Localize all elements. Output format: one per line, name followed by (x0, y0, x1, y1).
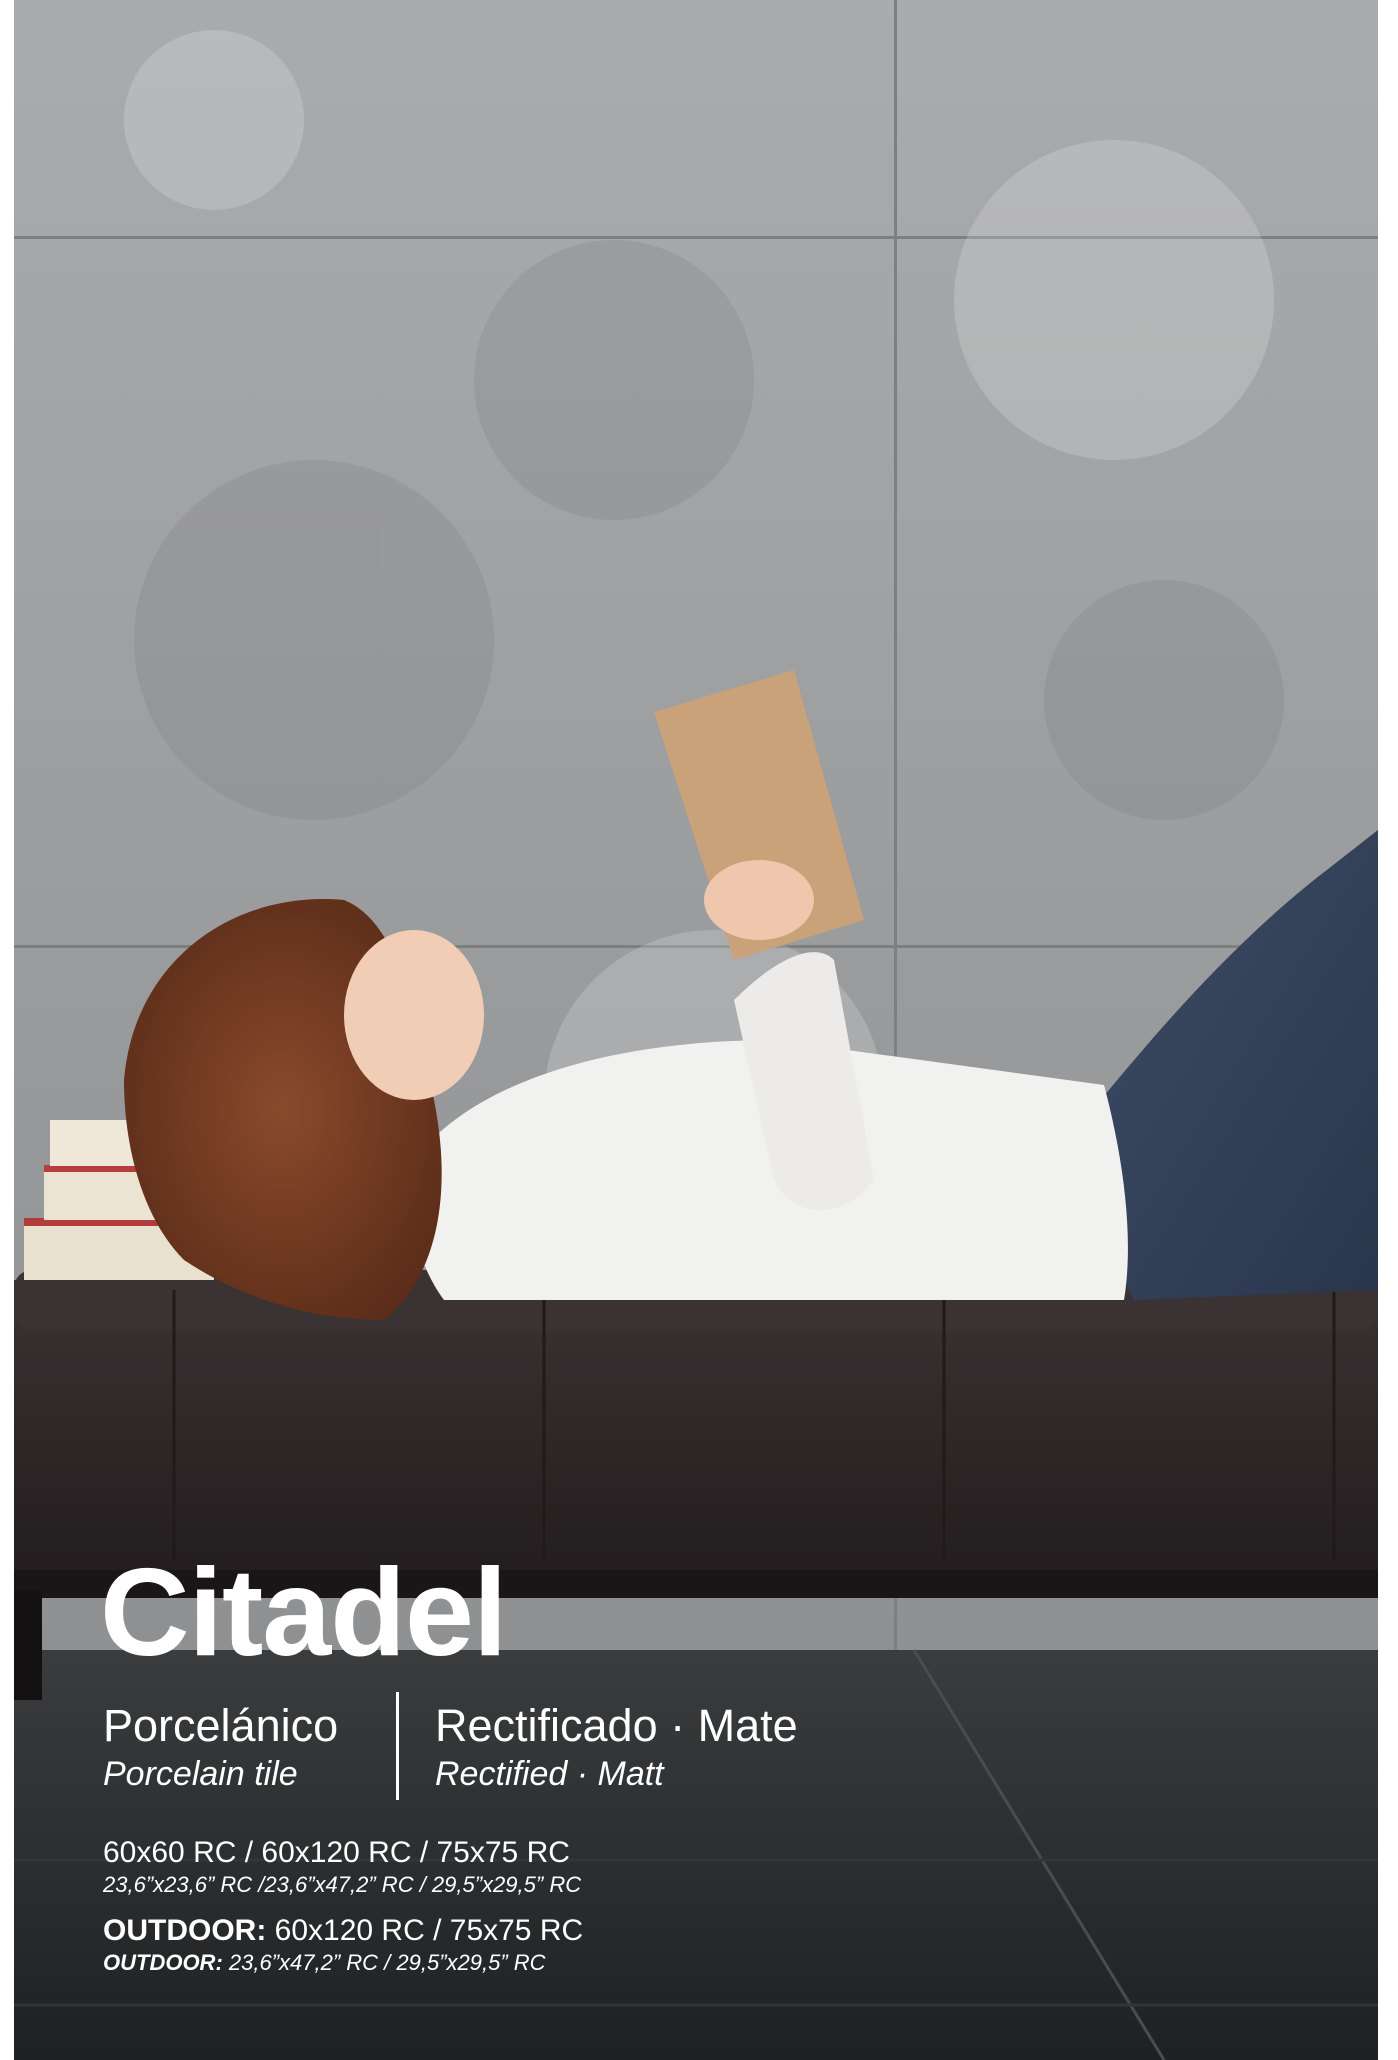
formats-metric: 60x60 RC / 60x120 RC / 75x75 RC (103, 1836, 570, 1869)
outdoor-metric-values: 60x120 RC / 75x75 RC (266, 1914, 584, 1947)
outdoor-formats-imperial: OUTDOOR: 23,6”x47,2” RC / 29,5”x29,5” RC (103, 1949, 583, 1977)
product-title: Citadel (100, 1544, 507, 1682)
outdoor-imperial-values: 23,6”x47,2” RC / 29,5”x29,5” RC (222, 1950, 546, 1975)
outdoor-formats-metric: OUTDOOR: 60x120 RC / 75x75 RC (103, 1913, 583, 1949)
outdoor-label: OUTDOOR: (103, 1914, 267, 1947)
product-info: Citadel Porcelánico Porcelain tile Recti… (0, 0, 1398, 2060)
finish-en: Rectified · Matt (435, 1755, 664, 1793)
material-es: Porcelánico (103, 1700, 339, 1751)
formats-imperial: 23,6”x23,6” RC /23,6”x47,2” RC / 29,5”x2… (103, 1872, 582, 1897)
finish-es: Rectificado · Mate (435, 1700, 798, 1751)
formats-block: 60x60 RC / 60x120 RC / 75x75 RC 23,6”x23… (103, 1835, 583, 1977)
material-column: Porcelánico Porcelain tile (103, 1700, 338, 1796)
material-en: Porcelain tile (103, 1755, 298, 1793)
outdoor-label-sub: OUTDOOR: (103, 1950, 223, 1975)
column-divider (396, 1692, 399, 1800)
finish-column: Rectificado · Mate Rectified · Matt (435, 1700, 798, 1796)
